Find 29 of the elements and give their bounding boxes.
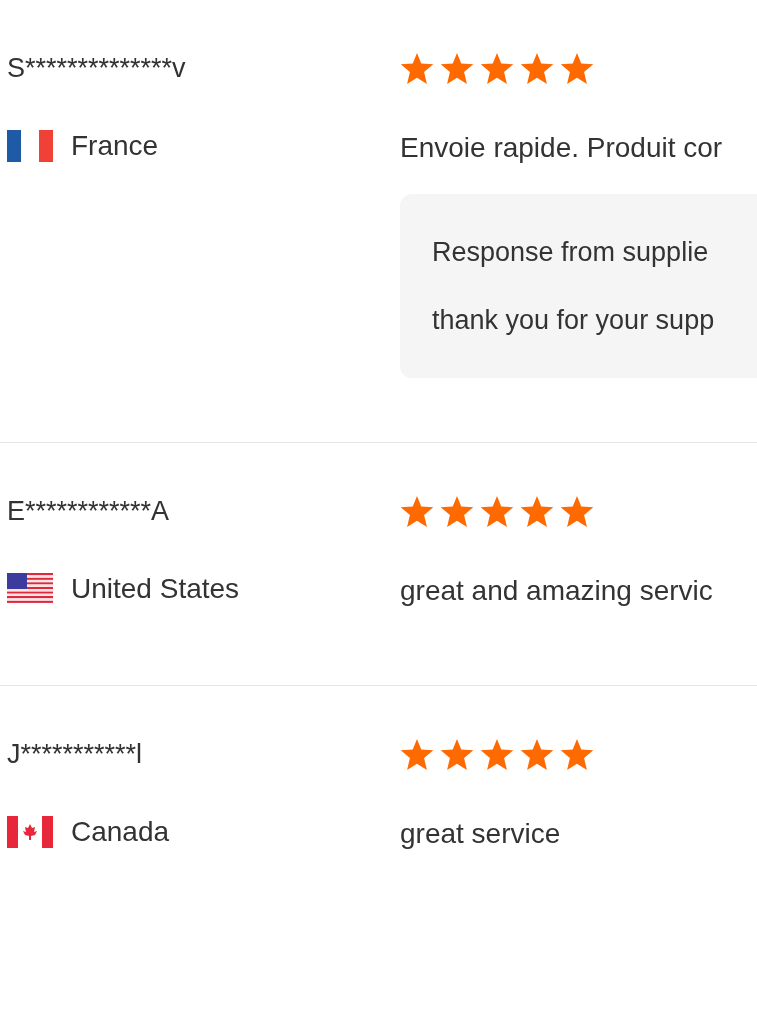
star-icon	[560, 737, 594, 771]
star-icon	[440, 737, 474, 771]
reviewer-name: E************A	[7, 495, 171, 528]
star-icon	[560, 51, 594, 85]
star-icon	[480, 494, 514, 528]
response-title: Response from supplie	[432, 236, 710, 269]
star-icon	[520, 737, 554, 771]
star-icon	[480, 737, 514, 771]
star-icon	[520, 494, 554, 528]
star-icon	[400, 494, 434, 528]
flag-icon	[7, 573, 53, 605]
star-icon	[520, 51, 554, 85]
star-icon	[560, 494, 594, 528]
star-icon	[440, 51, 474, 85]
reviewer-name: J***********l	[7, 738, 144, 771]
star-icon	[440, 494, 474, 528]
flag-icon	[7, 130, 53, 162]
star-icon	[400, 737, 434, 771]
review-text: great service	[400, 817, 562, 851]
star-icon	[480, 51, 514, 85]
country-name: Canada	[71, 815, 170, 849]
response-text: thank you for your supp	[432, 304, 716, 337]
flag-icon	[7, 816, 53, 848]
country-name: United States	[71, 572, 240, 606]
country-name: France	[71, 129, 159, 163]
review-text: great and amazing servic	[400, 574, 714, 608]
star-icon	[400, 51, 434, 85]
reviewer-name: S**************v	[7, 52, 187, 85]
review-text: Envoie rapide. Produit cor	[400, 131, 724, 165]
